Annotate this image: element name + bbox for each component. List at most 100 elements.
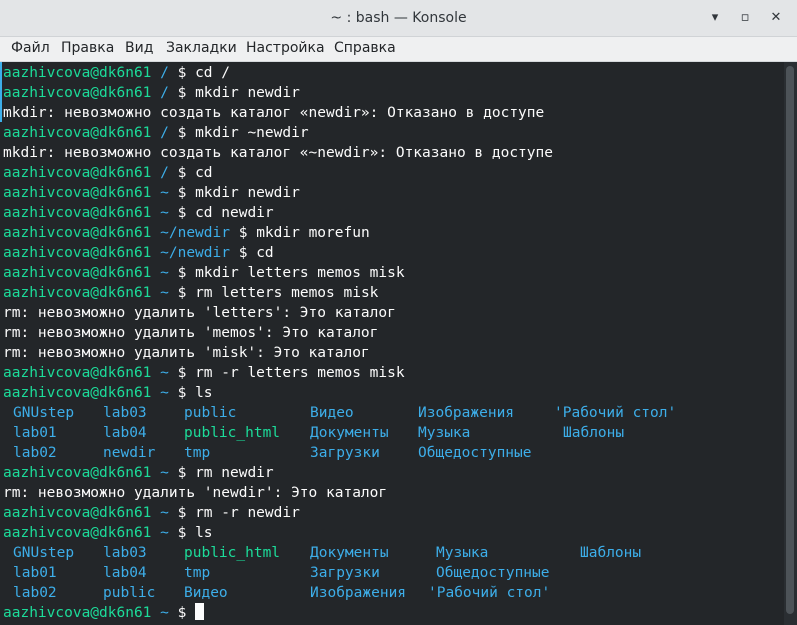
menu-bar: Файл Правка Вид Закладки Настройка Справ… <box>0 37 797 62</box>
prompt-user: aazhivcova@dk6n61 <box>3 525 152 541</box>
command-line: aazhivcova@dk6n61 ~ $ mkdir newdir <box>3 185 300 201</box>
ls-entry: Музыка <box>418 425 471 441</box>
output-line: rm: невозможно удалить 'misk': Это катал… <box>3 345 370 361</box>
command-line: aazhivcova@dk6n61 ~ $ <box>3 603 205 623</box>
prompt-path: ~ <box>160 265 169 281</box>
title-bar[interactable]: ~ : bash — Konsole ▾ ▫ ✕ <box>0 0 797 37</box>
command-line: aazhivcova@dk6n61 ~ $ rm letters memos m… <box>3 285 379 301</box>
prompt-path: ~ <box>160 465 169 481</box>
ls-entry: Видео <box>310 405 354 421</box>
output-line: rm: невозможно удалить 'letters': Это ка… <box>3 305 396 321</box>
prompt-path: ~ <box>160 365 169 381</box>
prompt-path: ~/newdir <box>160 225 230 241</box>
command-text: rm -r newdir <box>195 505 300 521</box>
selection-marker <box>0 62 2 122</box>
minimize-icon[interactable]: ▾ <box>706 9 724 27</box>
ls-entry: tmp <box>184 565 211 581</box>
command-text: cd / <box>195 65 230 81</box>
prompt-path: / <box>160 125 169 141</box>
prompt-user: aazhivcova@dk6n61 <box>3 385 152 401</box>
window-title: ~ : bash — Konsole <box>330 10 467 26</box>
menu-edit[interactable]: Правка <box>61 40 114 56</box>
ls-entry: Общедоступные <box>436 565 550 581</box>
prompt-path: ~ <box>160 505 169 521</box>
prompt-path: ~ <box>160 525 169 541</box>
ls-entry: Видео <box>184 585 228 601</box>
ls-entry: Загрузки <box>310 445 380 461</box>
command-line: aazhivcova@dk6n61 / $ mkdir newdir <box>3 85 300 101</box>
output-line: rm: невозможно удалить 'memos': Это ката… <box>3 325 379 341</box>
command-text: mkdir newdir <box>195 185 300 201</box>
ls-entry: Общедоступные <box>418 445 532 461</box>
menu-help[interactable]: Справка <box>334 40 396 56</box>
prompt-user: aazhivcova@dk6n61 <box>3 85 152 101</box>
menu-file[interactable]: Файл <box>11 40 50 56</box>
command-line: aazhivcova@dk6n61 ~ $ mkdir letters memo… <box>3 265 405 281</box>
ls-entry: newdir <box>103 445 156 461</box>
prompt-path: ~ <box>160 605 169 621</box>
command-line: aazhivcova@dk6n61 ~/newdir $ cd <box>3 245 274 261</box>
prompt-user: aazhivcova@dk6n61 <box>3 285 152 301</box>
command-text: mkdir letters memos misk <box>195 265 405 281</box>
ls-entry: lab04 <box>103 425 147 441</box>
ls-entry: lab04 <box>103 565 147 581</box>
ls-entry: Документы <box>310 425 389 441</box>
command-text: mkdir morefun <box>256 225 370 241</box>
ls-entry: 'Рабочий стол' <box>428 585 551 601</box>
close-icon[interactable]: ✕ <box>767 9 785 27</box>
command-line: aazhivcova@dk6n61 ~ $ rm -r letters memo… <box>3 365 405 381</box>
ls-entry: Шаблоны <box>563 425 625 441</box>
command-text: cd <box>256 245 274 261</box>
scrollbar[interactable] <box>784 62 797 625</box>
ls-entry: lab02 <box>13 585 57 601</box>
prompt-user: aazhivcova@dk6n61 <box>3 365 152 381</box>
ls-entry: Загрузки <box>310 565 380 581</box>
ls-entry: GNUstep <box>13 405 75 421</box>
menu-view[interactable]: Вид <box>125 40 153 56</box>
prompt-path: / <box>160 65 169 81</box>
command-text: rm letters memos misk <box>195 285 379 301</box>
ls-entry: public <box>184 405 237 421</box>
prompt-user: aazhivcova@dk6n61 <box>3 205 152 221</box>
ls-entry: public <box>103 585 156 601</box>
prompt-path: ~ <box>160 205 169 221</box>
command-text: rm -r letters memos misk <box>195 365 405 381</box>
command-text: ls <box>195 385 213 401</box>
command-line: aazhivcova@dk6n61 ~ $ rm newdir <box>3 465 274 481</box>
menu-bookmarks[interactable]: Закладки <box>166 40 237 56</box>
ls-entry: lab03 <box>103 545 147 561</box>
maximize-icon[interactable]: ▫ <box>736 9 754 27</box>
ls-entry: Музыка <box>436 545 489 561</box>
scrollbar-thumb[interactable] <box>786 66 794 614</box>
command-text: cd <box>195 165 213 181</box>
prompt-user: aazhivcova@dk6n61 <box>3 265 152 281</box>
ls-entry: public_html <box>184 425 281 441</box>
command-line: aazhivcova@dk6n61 ~/newdir $ mkdir moref… <box>3 225 370 241</box>
ls-entry: lab01 <box>13 565 57 581</box>
command-line: aazhivcova@dk6n61 ~ $ rm -r newdir <box>3 505 300 521</box>
prompt-path: ~ <box>160 185 169 201</box>
command-line: aazhivcova@dk6n61 / $ cd <box>3 165 213 181</box>
prompt-path: ~ <box>160 385 169 401</box>
terminal-output[interactable]: aazhivcova@dk6n61 / $ cd / aazhivcova@dk6… <box>0 62 783 625</box>
prompt-user: aazhivcova@dk6n61 <box>3 465 152 481</box>
ls-entry: public_html <box>184 545 281 561</box>
command-line: aazhivcova@dk6n61 ~ $ ls <box>3 525 213 541</box>
prompt-user: aazhivcova@dk6n61 <box>3 505 152 521</box>
command-text: ls <box>195 525 213 541</box>
ls-entry: tmp <box>184 445 211 461</box>
prompt-user: aazhivcova@dk6n61 <box>3 605 152 621</box>
prompt-path: / <box>160 165 169 181</box>
prompt-user: aazhivcova@dk6n61 <box>3 65 152 81</box>
menu-settings[interactable]: Настройка <box>246 40 325 56</box>
ls-entry: lab01 <box>13 425 57 441</box>
command-text: mkdir ~newdir <box>195 125 309 141</box>
ls-entry: Документы <box>310 545 389 561</box>
prompt-path: ~ <box>160 285 169 301</box>
output-line: mkdir: невозможно создать каталог «newdi… <box>3 105 545 121</box>
output-line: rm: невозможно удалить 'newdir': Это кат… <box>3 485 388 501</box>
prompt-user: aazhivcova@dk6n61 <box>3 165 152 181</box>
command-line: aazhivcova@dk6n61 ~ $ ls <box>3 385 213 401</box>
ls-entry: Изображения <box>310 585 407 601</box>
ls-entry: GNUstep <box>13 545 75 561</box>
